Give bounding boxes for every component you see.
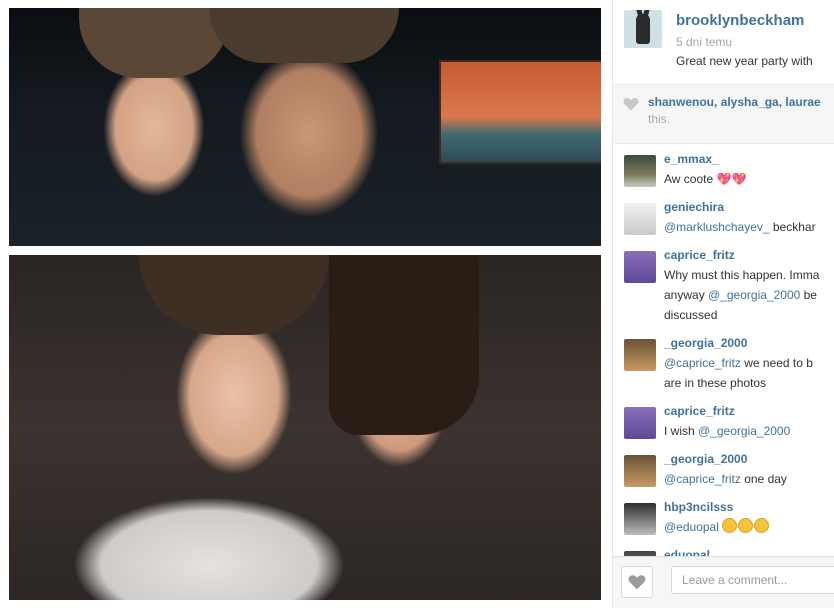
heart-eyes-emoji-icon (738, 518, 754, 533)
avatar[interactable] (624, 251, 656, 283)
like-button[interactable] (621, 566, 653, 598)
comment-input[interactable] (671, 566, 834, 594)
avatar[interactable] (624, 203, 656, 235)
comment-body: we need to b (740, 356, 813, 370)
comment-text: @eduopal (664, 517, 834, 537)
comment-item: _georgia_2000 @caprice_fritz we need to … (613, 336, 834, 398)
likes-section: shanwenou, alysha_ga, laurae this. (613, 85, 834, 144)
post-username[interactable]: brooklynbeckham (676, 12, 804, 29)
comment-username[interactable]: hbp3ncilsss (664, 500, 733, 514)
post-photo-area (0, 0, 612, 608)
photo-detail (209, 8, 399, 63)
post-caption: Great new year party with (676, 54, 813, 68)
comment-line: discussed (664, 308, 718, 322)
comment-item: caprice_fritz Why must this happen. Imma… (613, 248, 834, 328)
photo-detail (139, 255, 329, 335)
post-photo-bottom[interactable] (9, 255, 601, 600)
comment-text: Why must this happen. Imma anyway @_geor… (664, 265, 834, 325)
comment-body: I wish (664, 424, 699, 438)
post-photo-top[interactable] (9, 8, 601, 246)
photo-detail (79, 8, 229, 78)
comment-item: _georgia_2000 @caprice_fritz one day (613, 452, 834, 498)
comment-line: anyway @_georgia_2000 be (664, 285, 834, 305)
background-painting (439, 60, 601, 164)
comment-mention[interactable]: @_georgia_2000 (698, 424, 790, 438)
heart-emoji-icon: 💖💖 (716, 172, 747, 186)
comment-text: @caprice_fritz we need to b are in these… (664, 353, 834, 393)
comment-item: e_mmax_ Aw coote 💖💖 (613, 152, 834, 198)
avatar[interactable] (624, 407, 656, 439)
likes-names[interactable]: shanwenou, alysha_ga, laurae (648, 95, 821, 109)
comment-username[interactable]: caprice_fritz (664, 248, 735, 262)
comment-line: @caprice_fritz we need to b (664, 353, 834, 373)
post-time[interactable]: 5 dni temu (676, 35, 732, 49)
avatar[interactable] (624, 155, 656, 187)
comment-mention[interactable]: @caprice_fritz (664, 472, 741, 486)
comment-body: be (800, 288, 817, 302)
likes-tail: this. (648, 112, 671, 126)
comment-body: Aw coote (664, 172, 714, 186)
comment-username[interactable]: _georgia_2000 (664, 336, 747, 350)
comment-username[interactable]: geniechira (664, 200, 724, 214)
comment-mention[interactable]: @marklushchayev_ (664, 220, 770, 234)
comment-text: I wish @_georgia_2000 (664, 421, 834, 441)
post-header: brooklynbeckham 5 dni temu Great new yea… (613, 0, 834, 85)
avatar[interactable] (624, 503, 656, 535)
comment-line: Why must this happen. Imma (664, 268, 820, 282)
post-sidebar: brooklynbeckham 5 dni temu Great new yea… (612, 0, 834, 608)
heart-icon (628, 575, 646, 590)
comment-text: @caprice_fritz one day (664, 469, 834, 489)
comment-item: hbp3ncilsss @eduopal (613, 500, 834, 546)
avatar[interactable] (624, 455, 656, 487)
avatar[interactable] (624, 10, 662, 48)
heart-icon (623, 98, 639, 111)
heart-eyes-emoji-icon (722, 518, 738, 533)
bunny-icon (636, 14, 650, 44)
comment-mention[interactable]: @caprice_fritz (664, 356, 741, 370)
comment-body: beckhar (769, 220, 816, 234)
comment-username[interactable]: _georgia_2000 (664, 452, 747, 466)
avatar[interactable] (624, 339, 656, 371)
comment-username[interactable]: caprice_fritz (664, 404, 735, 418)
heart-eyes-emoji-icon (754, 518, 770, 533)
comment-text: @marklushchayev_ beckhar (664, 217, 834, 237)
comment-username[interactable]: e_mmax_ (664, 152, 719, 166)
comment-body: one day (740, 472, 787, 486)
comment-mention[interactable]: @_georgia_2000 (708, 288, 800, 302)
comment-item: geniechira @marklushchayev_ beckhar (613, 200, 834, 246)
comment-mention[interactable]: @eduopal (664, 520, 719, 534)
comment-body: anyway (664, 288, 709, 302)
comment-line: are in these photos (664, 376, 767, 390)
comment-item: caprice_fritz I wish @_georgia_2000 (613, 404, 834, 450)
comment-footer (613, 556, 834, 608)
photo-detail (329, 255, 479, 435)
comment-text: Aw coote 💖💖 (664, 169, 834, 189)
